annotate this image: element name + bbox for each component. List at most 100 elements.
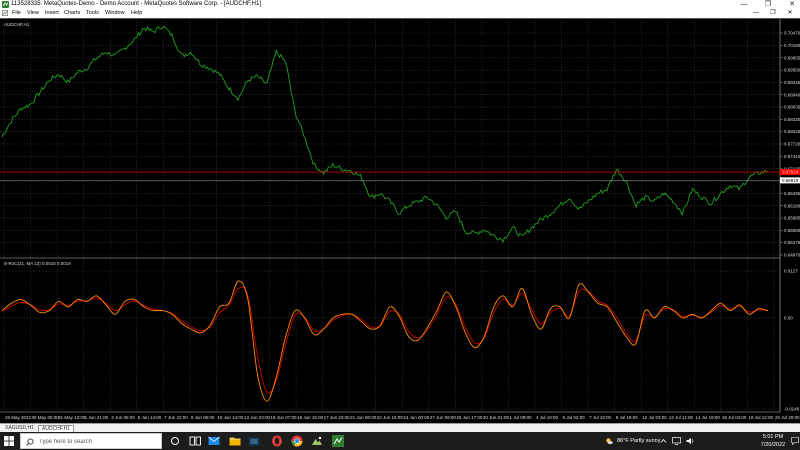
close-button[interactable]: ✕ (784, 0, 800, 9)
chrome-browser-icon[interactable] (290, 434, 304, 448)
time-tick-label: 6 Jun 14:00 (138, 415, 162, 420)
time-tick-label: 10 Jun 14:00 (217, 415, 244, 420)
price-tick-label: 0.69855 (784, 55, 800, 60)
menu-charts[interactable]: Charts (64, 9, 80, 18)
clock-time[interactable]: 5:01 PM (758, 434, 788, 440)
price-tick-label: 0.65885 (784, 216, 800, 221)
time-tick-label: 24 Jun 00:00 (403, 415, 430, 420)
restore-button[interactable]: ❐ (760, 0, 776, 9)
price-tick-label: 0.70160 (784, 43, 800, 48)
chart-area[interactable]: 0.70470 0.70160 0.69855 0.69550 0.69245 0.689… (0, 18, 800, 423)
time-tick-label: 6 Jul 02:00 (563, 415, 586, 420)
time-tick-label: 14 Jul 19:00 (695, 415, 720, 420)
indicator-signal-line (1, 286, 769, 394)
time-tick-label: 26 May 2022 (5, 415, 32, 420)
windows-taskbar: 86°F Partly sunny 5:01 PM 7/20/2022 (0, 432, 800, 450)
search-icon (26, 438, 34, 446)
task-view-icon[interactable] (168, 434, 182, 448)
tab-xagusd-h1[interactable]: XAGUSD,H1 (2, 425, 37, 432)
price-tick-label: 0.65275 (784, 240, 800, 245)
indicator-pane (1, 280, 769, 402)
weather-text[interactable]: 86°F Partly sunny (617, 438, 660, 444)
time-tick-label: 4 Jul 18:00 (536, 415, 559, 420)
menu-view[interactable]: View (27, 9, 39, 18)
photos-app-icon[interactable] (310, 434, 324, 448)
price-tick-label: 0.64970 (784, 253, 800, 258)
time-tick-label: 16 Jun 15:00 (297, 415, 324, 420)
minimize-button[interactable]: — (736, 0, 752, 9)
time-tick-label: 13 Jun 23:00 (244, 415, 271, 420)
menu-file[interactable]: File (12, 9, 21, 18)
indicator-tick-label: -0.0246 (784, 407, 800, 412)
tray-chevron-up-icon[interactable] (660, 438, 667, 444)
menu-window[interactable]: Window (105, 9, 125, 18)
price-tick-label: 0.66495 (784, 191, 800, 196)
time-tick-label: 30 Jun 01:00 (483, 415, 510, 420)
time-tick-label: 13 Jul 11:00 (669, 415, 694, 420)
time-tick-label: 18 Jul 04:00 (722, 415, 747, 420)
time-axis: 26 May 2022 30 May 05:00 31 May 13:00 1 Jun… (5, 415, 800, 420)
menu-tools[interactable]: Tools (86, 9, 99, 18)
time-tick-label: 7 Jul 10:00 (589, 415, 612, 420)
taskbar-search-input[interactable] (39, 436, 159, 447)
network-icon[interactable] (672, 437, 681, 445)
time-tick-label: 1 Jun 21:00 (85, 415, 109, 420)
terminal-window: 113528335: MetaQuotes-Demo - Demo Accoun… (0, 0, 800, 450)
windows-start-icon[interactable] (4, 436, 14, 446)
clock-date[interactable]: 7/20/2022 (756, 442, 790, 448)
time-tick-label: 28 Jun 17:00 (456, 415, 483, 420)
chart-minimize-button[interactable]: — (750, 9, 762, 18)
chart-restore-button[interactable]: ❐ (767, 9, 779, 18)
price-tick-label: 0.68025 (784, 129, 800, 134)
metatrader-app-icon (2, 1, 9, 8)
price-tick-label: 0.69245 (784, 80, 800, 85)
bid-price-label: 0.66819 (782, 178, 799, 183)
time-tick-label: 9 Jun 06:00 (191, 415, 215, 420)
folder-app-icon[interactable] (247, 434, 261, 448)
weather-sun-icon (606, 438, 613, 445)
metatrader-taskbar-icon[interactable] (331, 434, 345, 448)
price-chart-canvas[interactable]: 0.70470 0.70160 0.69855 0.69550 0.69245 0.689… (0, 19, 800, 424)
price-pane (0, 25, 780, 244)
time-tick-label: 7 Jun 22:00 (164, 415, 188, 420)
indicator-main-line (1, 280, 769, 402)
time-tick-label: 21 Jun 08:00 (350, 415, 377, 420)
price-tick-label: 0.68330 (784, 117, 800, 122)
price-tick-label: 0.67720 (784, 142, 800, 147)
price-series-line (1, 25, 769, 244)
indicator-title: S-RoC(21, MA 13) 0.0015 0.0019 (4, 261, 71, 266)
price-tick-label: 0.70470 (784, 31, 800, 36)
menu-insert[interactable]: Insert (45, 9, 59, 18)
price-tick-label: 0.69550 (784, 68, 800, 73)
time-tick-label: 22 Jun 16:00 (377, 415, 404, 420)
window-title: 113528335: MetaQuotes-Demo - Demo Accoun… (11, 1, 261, 7)
time-tick-label: 17 Jun 23:00 (324, 415, 351, 420)
price-tick-label: 0.66190 (784, 203, 800, 208)
volume-icon[interactable] (686, 437, 695, 445)
notifications-icon[interactable] (791, 437, 799, 445)
time-tick-label: 20 Jul 20:00 (775, 415, 800, 420)
mail-app-icon[interactable] (207, 434, 221, 448)
time-tick-label: 12 Jul 03:00 (642, 415, 667, 420)
time-tick-label: 31 May 13:00 (58, 415, 86, 420)
price-tick-label: 0.65580 (784, 228, 800, 233)
time-tick-label: 8 Jul 18:00 (616, 415, 639, 420)
time-tick-label: 1 Jul 09:00 (509, 415, 532, 420)
time-tick-label: 19 Jul 12:00 (748, 415, 773, 420)
tab-audchf-h1[interactable]: AUDCHF,H1 (38, 425, 75, 432)
price-axis: 0.70470 0.70160 0.69855 0.69550 0.69245 0.689… (780, 31, 800, 412)
chart-symbol-title: AUDCHF,H1 (4, 22, 30, 27)
menu-help[interactable]: Help (131, 9, 142, 18)
price-tick-label: 0.68635 (784, 105, 800, 110)
time-tick-label: 3 Jun 05:00 (111, 415, 135, 420)
taskbar-search-box[interactable] (20, 433, 162, 449)
chart-tab-bar: XAGUSD,H1 AUDCHF,H1 (0, 423, 800, 432)
file-explorer-icon[interactable] (228, 434, 242, 448)
chart-grid (0, 19, 780, 412)
task-switcher-icon[interactable] (188, 434, 202, 448)
time-tick-label: 30 May 05:00 (32, 415, 60, 420)
title-bar: 113528335: MetaQuotes-Demo - Demo Accoun… (0, 0, 800, 9)
chart-close-button[interactable]: ✕ (784, 9, 796, 18)
opera-browser-icon[interactable] (270, 434, 284, 448)
time-tick-label: 27 Jun 09:00 (430, 415, 457, 420)
